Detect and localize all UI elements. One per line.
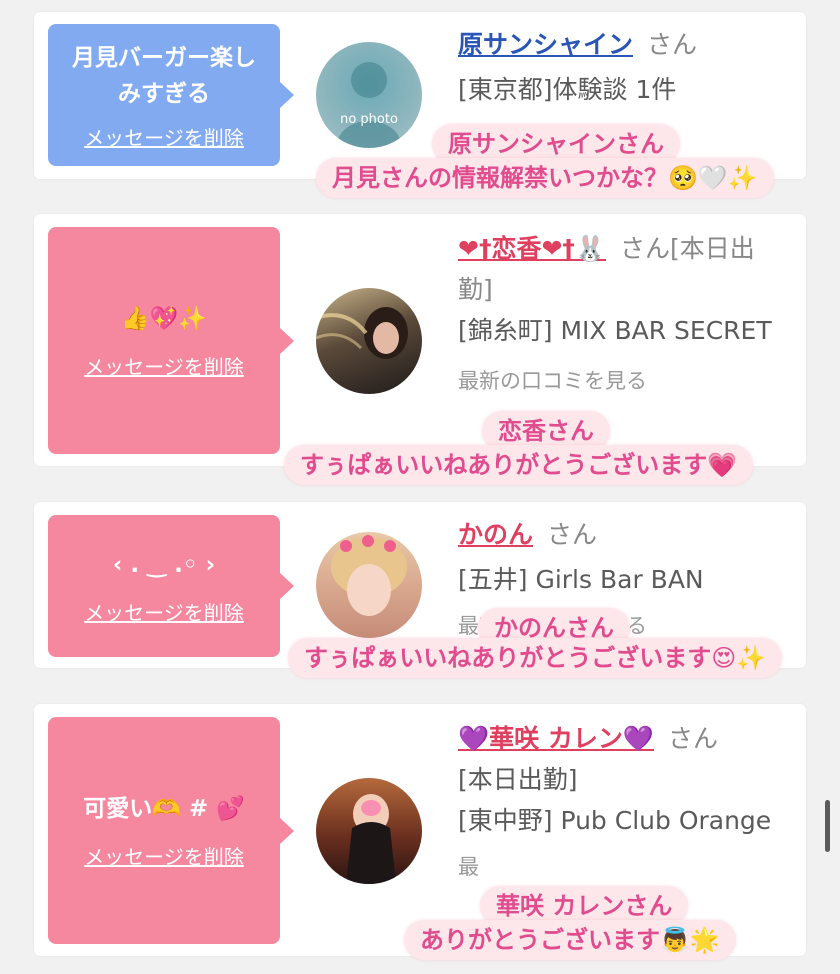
profile-info: 原サンシャイン さん [東京都]体験談 1件 <box>458 24 788 110</box>
profile-status: [本日出勤] <box>458 765 578 794</box>
profile-name-link[interactable]: 原サンシャイン <box>458 30 633 59</box>
message-text: 可愛い🫶 # 💕 <box>83 796 245 822</box>
profile-name-link[interactable]: 💜華咲 カレン💜 <box>458 724 654 753</box>
avatar[interactable]: no photo <box>316 42 422 148</box>
profile-location: [錦糸町] MIX BAR SECRET <box>458 316 772 345</box>
photo-icon <box>331 535 407 616</box>
scrollbar[interactable] <box>825 800 830 852</box>
profile-info: 💜華咲 カレン💜 さん [本日出勤] [東中野] Pub Club Orange … <box>458 718 788 888</box>
message-bubble: ‹ . ‿ .◦ › メッセージを削除 <box>48 515 294 657</box>
delete-message-link[interactable]: メッセージを削除 <box>84 122 244 151</box>
caption-text: すぅぱぁいいねありがとうございます😍✨ <box>288 638 783 678</box>
delete-message-link[interactable]: メッセージを削除 <box>84 841 244 870</box>
message-card: 月見バーガー楽しみすぎる メッセージを削除 no photo 原サンシャイン さん… <box>34 12 806 179</box>
honorific: さん <box>667 724 718 753</box>
profile-location: [東京都]体験談 1件 <box>458 75 677 104</box>
profile-location: [東中野] Pub Club Orange <box>458 806 772 835</box>
profile-info: ❤†恋香❤†🐰 さん[本日出勤] [錦糸町] MIX BAR SECRET 最新の… <box>458 228 788 402</box>
profile-name-link[interactable]: ❤†恋香❤†🐰 <box>458 234 606 263</box>
message-bubble: 月見バーガー楽しみすぎる メッセージを削除 <box>48 24 294 166</box>
avatar[interactable] <box>316 778 422 884</box>
delete-message-link[interactable]: メッセージを削除 <box>84 597 244 626</box>
no-photo-label: no photo <box>340 112 398 127</box>
photo-icon <box>346 794 396 884</box>
message-card: 可愛い🫶 # 💕 メッセージを削除 💜華咲 カレン💜 さん [本日出勤] [東中野… <box>34 704 806 956</box>
profile-name-link[interactable]: かのん <box>458 520 533 549</box>
person-silhouette-icon <box>336 62 402 148</box>
caption-text: すぅぱぁいいねありがとうございます💗 <box>284 445 754 485</box>
message-text: ‹ . ‿ .◦ › <box>112 551 216 578</box>
caption-text: ありがとうございます👼🌟 <box>404 920 736 960</box>
message-bubble: 👍💖✨ メッセージを削除 <box>48 227 294 454</box>
message-card: 👍💖✨ メッセージを削除 ❤†恋香❤†🐰 さん[本日出勤] [錦糸町] MIX B… <box>34 214 806 466</box>
caption-text: 月見さんの情報解禁いつかな？🥺🤍✨ <box>316 158 774 198</box>
delete-message-link[interactable]: メッセージを削除 <box>84 351 244 380</box>
latest-review-link[interactable]: 最 <box>458 847 788 888</box>
profile-location: [五井] Girls Bar BAN <box>458 565 704 594</box>
avatar[interactable] <box>316 532 422 638</box>
avatar[interactable] <box>316 288 422 394</box>
latest-review-link[interactable]: 最新の口コミを見る <box>458 361 788 402</box>
photo-icon <box>316 307 408 359</box>
message-bubble: 可愛い🫶 # 💕 メッセージを削除 <box>48 717 294 944</box>
message-text: 月見バーガー楽しみすぎる <box>72 44 256 107</box>
honorific: さん <box>647 30 698 59</box>
message-text: 👍💖✨ <box>121 306 207 332</box>
honorific: さん <box>547 520 598 549</box>
